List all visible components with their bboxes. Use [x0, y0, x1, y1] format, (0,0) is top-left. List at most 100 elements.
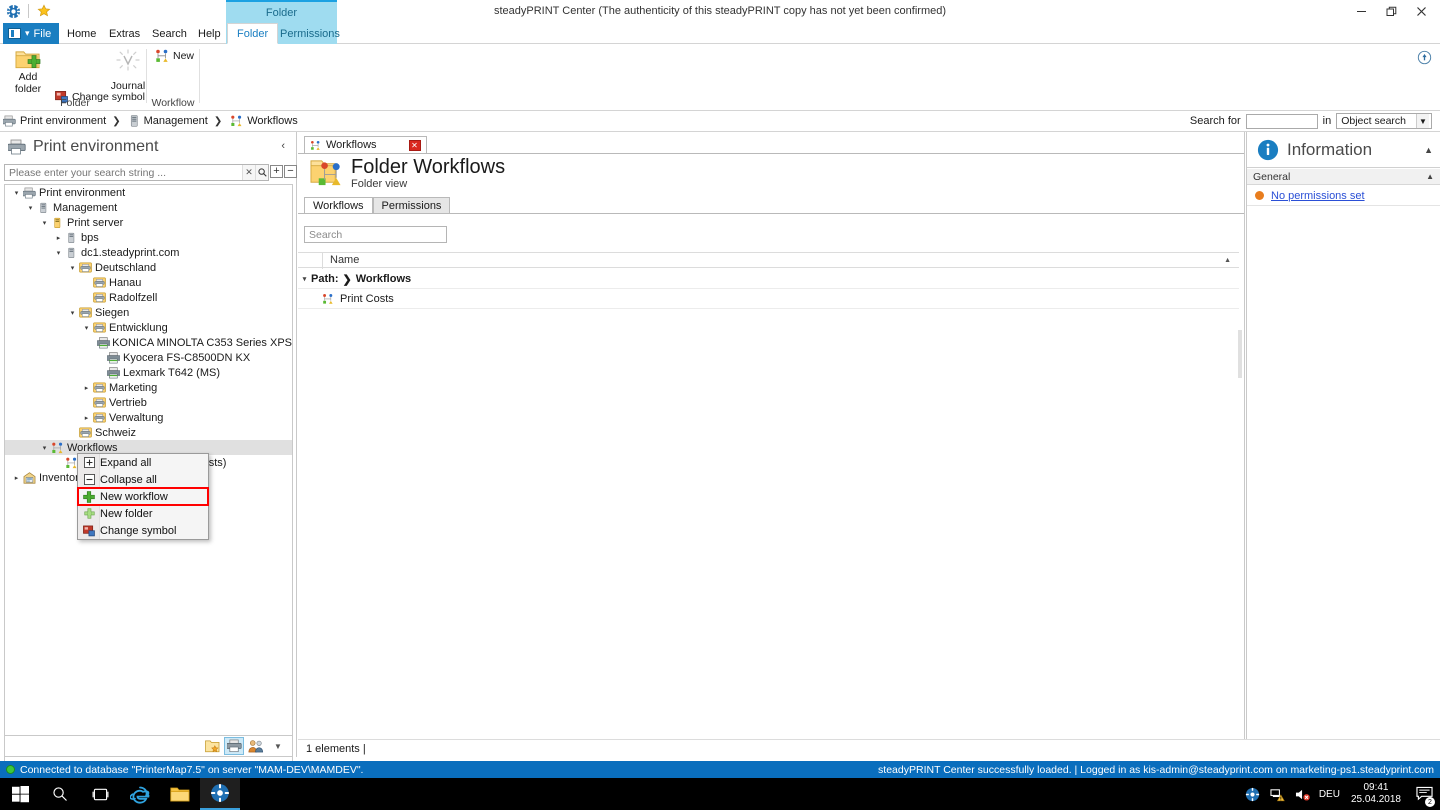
favorites-icon[interactable]	[202, 737, 222, 755]
tab-extras[interactable]: Extras	[100, 23, 149, 44]
chevron-right-icon[interactable]: ▸	[81, 410, 92, 425]
chevron-right-icon[interactable]: ▸	[53, 230, 64, 245]
start-button-icon[interactable]	[0, 778, 40, 810]
chevron-down-icon[interactable]: ▾	[298, 275, 311, 283]
information-section-general[interactable]: General ▲	[1247, 169, 1440, 185]
tab-folder[interactable]: Folder	[227, 23, 279, 44]
breadcrumb-item-print-environment[interactable]: Print environment ❯	[0, 115, 126, 127]
tree-node[interactable]: ▸ bps	[5, 230, 292, 245]
tree-node[interactable]: Schweiz	[5, 425, 292, 440]
tree-node[interactable]: Kyocera FS-C8500DN KX	[5, 350, 292, 365]
close-icon[interactable]: ✕	[408, 139, 421, 151]
chevron-down-icon[interactable]: ▾	[53, 245, 64, 260]
file-explorer-icon[interactable]	[160, 778, 200, 810]
network-warning-icon[interactable]	[1269, 783, 1287, 805]
chevron-down-icon[interactable]: ▾	[67, 305, 78, 320]
document-tab-workflows[interactable]: Workflows ✕	[304, 136, 427, 154]
tree-node[interactable]: Vertrieb	[5, 395, 292, 410]
context-menu-item-expand-all[interactable]: Expand all	[78, 454, 208, 471]
new-workflow-button[interactable]: New	[152, 48, 197, 64]
search-icon[interactable]	[255, 165, 268, 180]
panel-splitter[interactable]	[1238, 330, 1242, 378]
breadcrumb-item-workflows[interactable]: Workflows	[227, 115, 301, 127]
restore-button[interactable]	[1376, 0, 1406, 23]
tree-search-box[interactable]: ✕	[4, 164, 269, 181]
breadcrumb-item-management[interactable]: Management ❯	[126, 115, 228, 127]
tab-permissions-label: Permissions	[381, 199, 442, 212]
grid-column-name[interactable]: Name	[322, 254, 359, 266]
chevron-down-icon[interactable]: ▾	[39, 440, 50, 455]
tab-help[interactable]: Help	[189, 23, 230, 44]
chevron-right-icon[interactable]: ▸	[81, 380, 92, 395]
clock[interactable]: 09:41 25.04.2018	[1347, 782, 1405, 806]
chevron-down-icon[interactable]: ▾	[25, 200, 36, 215]
search-icon[interactable]	[40, 778, 80, 810]
tree-node[interactable]: ▾ Print environment	[5, 185, 292, 200]
no-permissions-link[interactable]: No permissions set	[1271, 190, 1365, 202]
tab-permissions[interactable]: Permissions	[271, 23, 349, 44]
chevron-up-icon[interactable]: ▲	[1426, 172, 1434, 181]
expand-all-icon[interactable]: +	[270, 165, 283, 178]
volume-muted-icon[interactable]	[1294, 783, 1312, 805]
status-bar-session-text: steadyPRINT Center successfully loaded. …	[878, 763, 1434, 776]
folder-printer-icon	[78, 305, 93, 320]
context-menu-item-new-workflow[interactable]: New workflow	[77, 487, 209, 506]
tree-node[interactable]: KONICA MINOLTA C353 Series XPS	[5, 335, 292, 350]
tree-node-label: Deutschland	[95, 261, 157, 274]
task-view-icon[interactable]	[80, 778, 120, 810]
help-circle-icon[interactable]	[1417, 50, 1432, 65]
search-in-label: in	[1322, 115, 1332, 127]
tab-workflows[interactable]: Workflows	[304, 197, 373, 214]
tree-node[interactable]: ▾ dc1.steadyprint.com	[5, 245, 292, 260]
grid-search-box[interactable]: Search	[304, 226, 447, 243]
grid-group-row[interactable]: ▾ Path: ❯ Workflows	[298, 270, 1239, 289]
chevron-left-icon[interactable]: ‹	[281, 140, 285, 152]
collapse-all-icon[interactable]: −	[284, 165, 297, 178]
add-folder-button[interactable]: Add folder	[4, 48, 52, 95]
more-chevron-icon[interactable]: ▼	[268, 737, 288, 755]
tree-node[interactable]: Hanau	[5, 275, 292, 290]
context-menu-item-change-symbol[interactable]: Change symbol	[78, 522, 208, 539]
steadyprint-icon[interactable]	[200, 778, 240, 810]
language-indicator[interactable]: DEU	[1319, 783, 1340, 805]
close-button[interactable]	[1406, 0, 1436, 23]
print-environment-icon[interactable]	[224, 737, 244, 755]
new-folder-plus-icon	[78, 505, 100, 522]
context-menu-item-collapse-all[interactable]: Collapse all	[78, 471, 208, 488]
tree-node-label: Radolfzell	[109, 291, 158, 304]
action-center-icon[interactable]: 2	[1412, 778, 1436, 810]
tree-node[interactable]: Lexmark T642 (MS)	[5, 365, 292, 380]
tree-node-label: KONICA MINOLTA C353 Series XPS	[112, 336, 292, 349]
tab-permissions[interactable]: Permissions	[372, 197, 451, 214]
tree-node[interactable]: ▾ Deutschland	[5, 260, 292, 275]
chevron-down-icon[interactable]: ▾	[11, 185, 22, 200]
chevron-right-icon[interactable]: ▸	[11, 470, 22, 485]
tree-node[interactable]: Radolfzell	[5, 290, 292, 305]
chevron-up-icon[interactable]: ▲	[1424, 145, 1433, 155]
tree-node[interactable]: ▾ Print server	[5, 215, 292, 230]
tab-file[interactable]: ▾ File	[3, 23, 60, 44]
search-scope-select[interactable]: Object search ▼	[1336, 113, 1432, 129]
minimize-button[interactable]	[1346, 0, 1376, 23]
tree-node[interactable]: ▸ Marketing	[5, 380, 292, 395]
tab-home[interactable]: Home	[58, 23, 105, 44]
tab-search[interactable]: Search	[143, 23, 196, 44]
tree-search-input[interactable]	[5, 166, 242, 179]
users-icon[interactable]	[246, 737, 266, 755]
clear-x-icon[interactable]: ✕	[242, 165, 255, 180]
tree-node[interactable]: ▾ Entwicklung	[5, 320, 292, 335]
chevron-down-icon[interactable]: ▾	[67, 260, 78, 275]
chevron-down-icon[interactable]: ▾	[39, 215, 50, 230]
table-row[interactable]: Print Costs	[298, 290, 1239, 309]
internet-explorer-icon[interactable]	[120, 778, 160, 810]
journal-button[interactable]: Journal	[106, 48, 150, 93]
tree-node[interactable]: ▾ Siegen	[5, 305, 292, 320]
search-for-input[interactable]	[1245, 113, 1318, 129]
context-menu-item-new-folder[interactable]: New folder	[78, 505, 208, 522]
steadyprint-tray-icon[interactable]	[1244, 783, 1262, 805]
chevron-down-icon[interactable]: ▾	[81, 320, 92, 335]
tree-node[interactable]: ▾ Management	[5, 200, 292, 215]
tree-node[interactable]: ▸ Verwaltung	[5, 410, 292, 425]
information-row[interactable]: No permissions set	[1247, 186, 1440, 206]
breadcrumb: Print environment ❯ Management ❯ Workflo…	[0, 111, 1440, 132]
